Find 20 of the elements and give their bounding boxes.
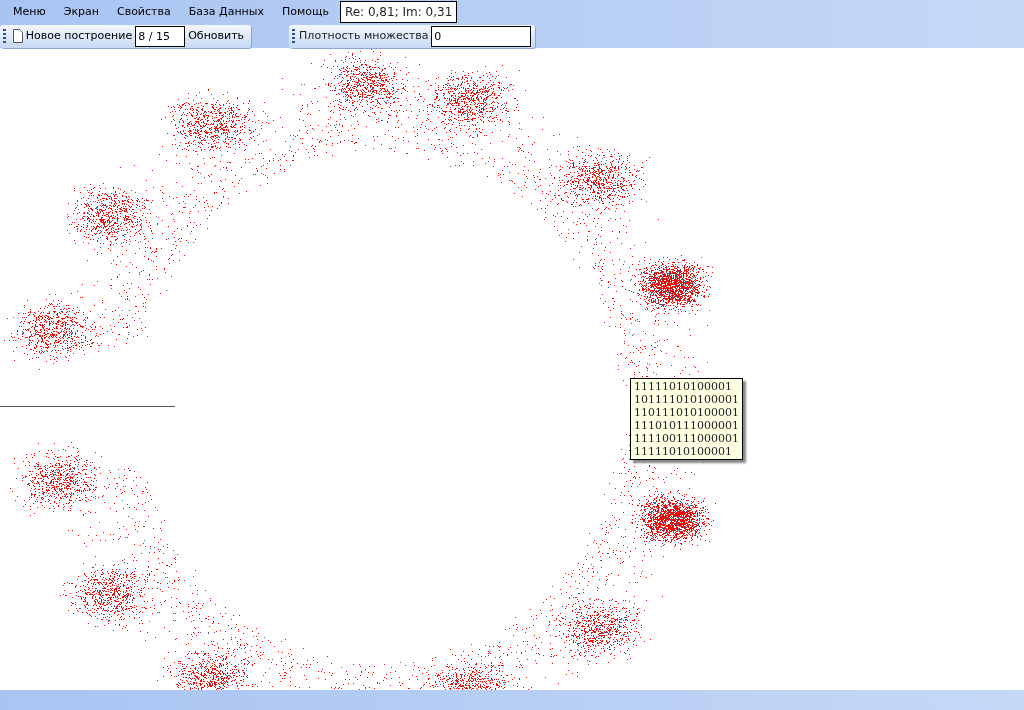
grip-icon[interactable] xyxy=(292,29,296,43)
density-label: Плотность множества xyxy=(299,27,429,44)
document-icon xyxy=(13,29,23,43)
refresh-button[interactable]: Обновить xyxy=(185,27,248,45)
menu-item[interactable]: Помощь xyxy=(273,0,338,24)
coordinate-readout: Re: 0,81; Im: 0,31 xyxy=(339,1,458,23)
tooltip-line: 11111010100001 xyxy=(634,380,733,393)
menu-item[interactable]: Свойства xyxy=(107,0,180,24)
tooltip-line: 111100111000001 xyxy=(634,432,739,445)
tooltip-line: 11111010100001 xyxy=(634,445,733,458)
menu-item[interactable]: Экран xyxy=(54,0,108,24)
tooltip-line: 111010111000001 xyxy=(634,419,739,432)
tooltip-line: 101111010100001 xyxy=(634,393,739,406)
iteration-field[interactable]: 8 / 15 xyxy=(135,25,186,47)
tooltip-line: 110111010100001 xyxy=(634,406,739,419)
grip-icon[interactable] xyxy=(3,29,6,43)
density-field[interactable]: 0 xyxy=(431,25,532,47)
menu-item[interactable]: База Данных xyxy=(179,0,273,24)
new-build-button[interactable]: Новое построение xyxy=(10,27,136,45)
menu-item[interactable]: Меню xyxy=(0,0,55,24)
